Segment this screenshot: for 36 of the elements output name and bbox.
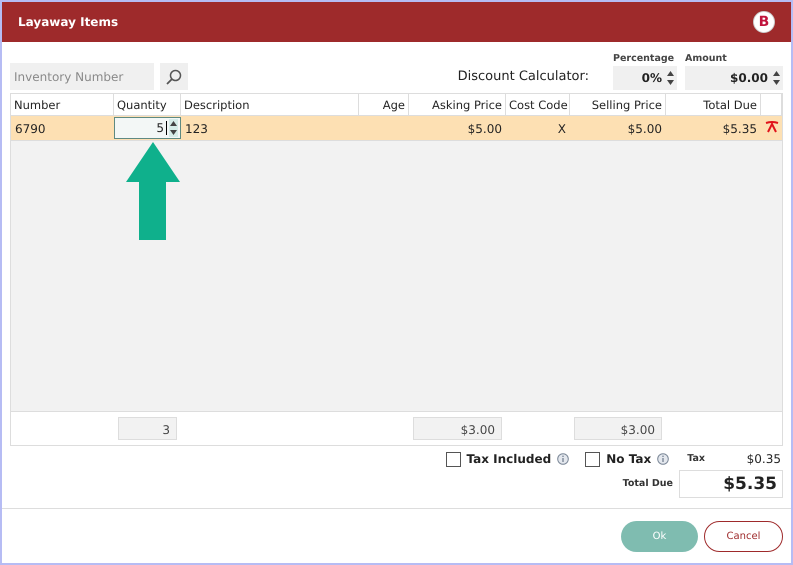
table-cell-text: $5.00 — [466, 121, 503, 138]
spinner-icon[interactable] — [169, 119, 178, 138]
field-label: Percentage — [613, 52, 676, 66]
info-icon — [557, 453, 570, 466]
table-cell-text: X — [556, 121, 567, 138]
total-label: Total Due — [622, 477, 673, 492]
info-icon — [657, 453, 670, 466]
tax-label: Tax — [687, 452, 705, 466]
total-field: 3 — [118, 417, 177, 440]
table-row[interactable]: 6790 5 123 $5.00 X $5.00 $5.35 — [11, 116, 782, 140]
checkbox-label[interactable]: Tax Included — [466, 450, 552, 468]
spin-field[interactable]: 0% — [613, 66, 677, 90]
discount-label: Discount Calculator: — [458, 68, 589, 86]
window-title: Layaway Items — [18, 14, 118, 31]
search-field[interactable]: Inventory Number — [10, 63, 154, 90]
table-cell-text: 123 — [184, 121, 209, 138]
quantity-field[interactable]: 5 — [114, 117, 181, 140]
total-field: $3.00 — [574, 417, 662, 440]
cancel-button[interactable]: Cancel — [704, 520, 783, 552]
table-cell-text: 6790 — [14, 121, 47, 138]
total-field: $3.00 — [413, 417, 502, 440]
table-cell-text: $5.35 — [722, 121, 758, 138]
checkbox-label[interactable]: No Tax — [606, 450, 652, 468]
search-button[interactable] — [160, 63, 188, 90]
field-label: Amount — [685, 52, 728, 66]
spin-field[interactable]: $0.00 — [685, 66, 783, 90]
total-due-field: $5.35 — [679, 470, 783, 498]
tax-value: $0.35 — [746, 451, 781, 468]
checkbox[interactable] — [446, 452, 460, 467]
delete-icon[interactable] — [765, 121, 779, 134]
spinner-icon[interactable] — [772, 69, 781, 88]
search-icon[interactable] — [165, 68, 183, 86]
checkbox[interactable] — [585, 452, 600, 467]
table-cell-text: $5.00 — [626, 121, 663, 138]
logo-icon: B — [753, 11, 775, 33]
spinner-icon[interactable] — [666, 69, 675, 88]
